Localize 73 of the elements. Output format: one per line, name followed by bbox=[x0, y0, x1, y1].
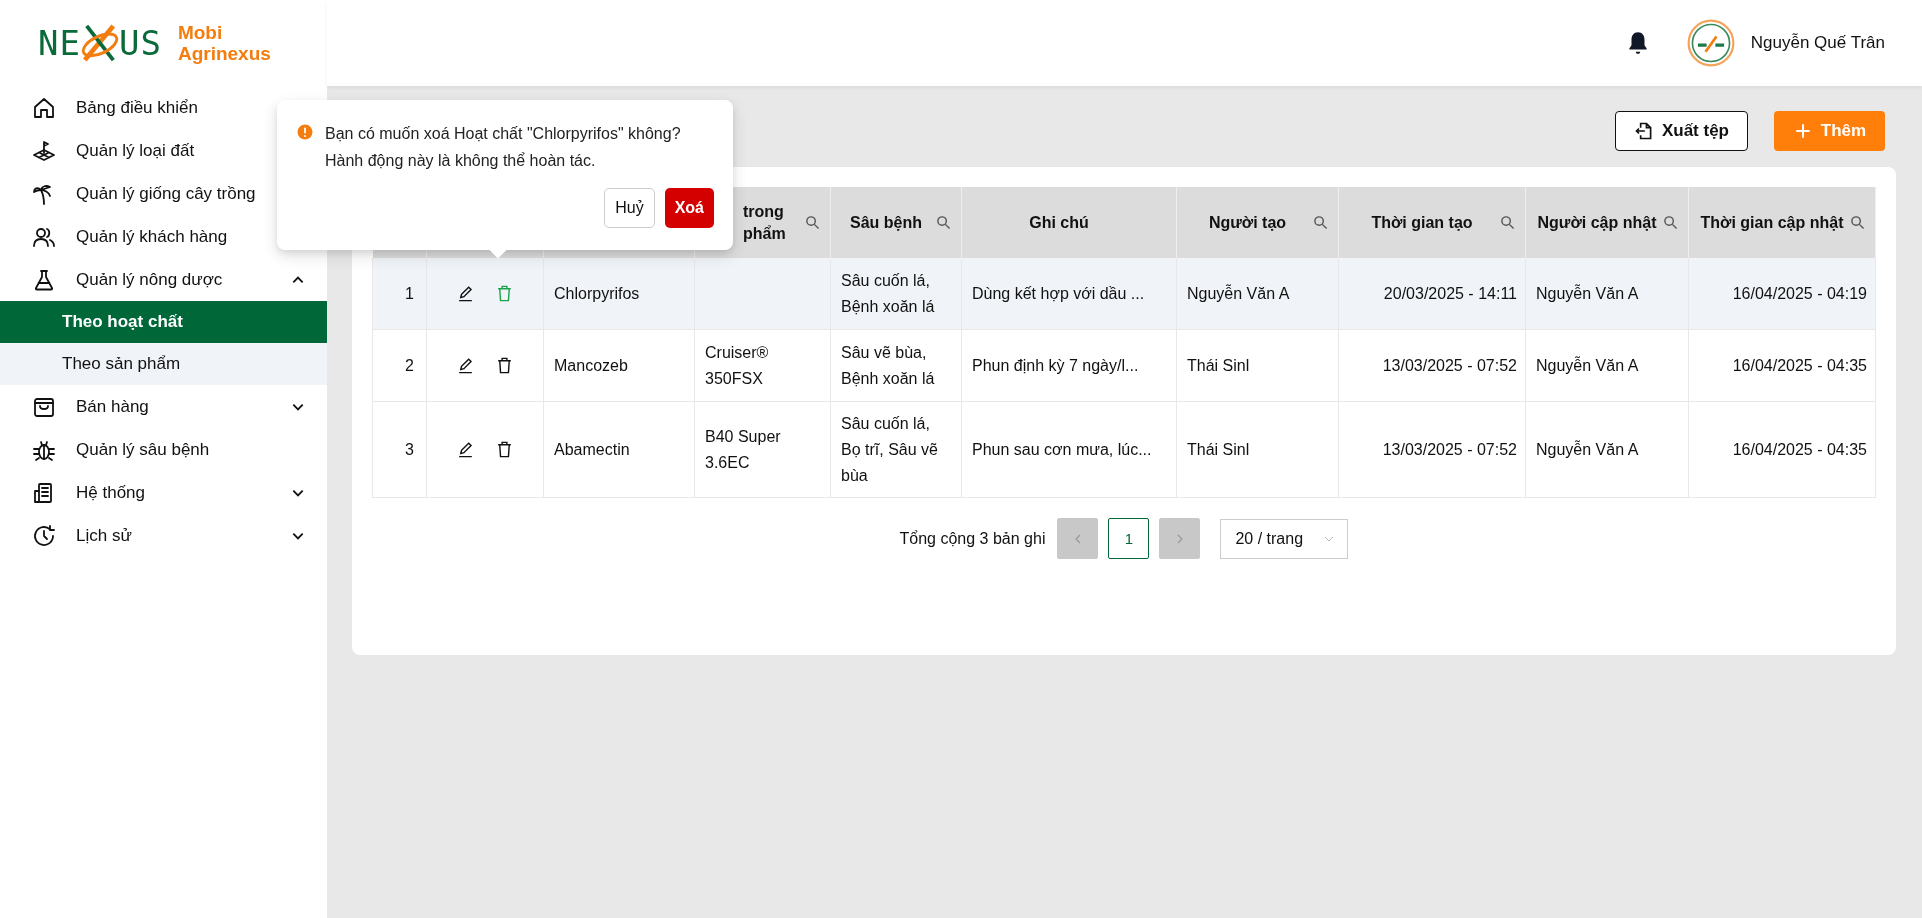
search-icon[interactable] bbox=[805, 215, 820, 230]
edit-icon[interactable] bbox=[456, 440, 475, 459]
menu-item[interactable]: Quản lý khách hàng bbox=[0, 215, 327, 258]
table-cell: Nguyễn Văn A bbox=[1187, 284, 1290, 302]
menu-item[interactable]: Bảng điều khiển bbox=[0, 86, 327, 129]
export-file-icon bbox=[1634, 121, 1654, 141]
search-icon[interactable] bbox=[1663, 215, 1678, 230]
edit-icon[interactable] bbox=[456, 356, 475, 375]
row-number: 3 bbox=[405, 440, 414, 458]
clock-icon bbox=[32, 523, 56, 548]
cancel-button[interactable]: Huỷ bbox=[604, 188, 655, 228]
delete-icon[interactable] bbox=[495, 440, 514, 459]
row-number: 2 bbox=[405, 356, 414, 374]
table-cell: 16/04/2025 - 04:19 bbox=[1732, 284, 1867, 302]
table-cell: Nguyễn Văn A bbox=[1536, 284, 1639, 302]
export-button[interactable]: Xuất tệp bbox=[1615, 111, 1748, 151]
confirm-message: Bạn có muốn xoá Hoạt chất "Chlorpyrifos" không? Hành động này là không thể hoàn tác. bbox=[325, 124, 682, 171]
table-cell: Sâu cuốn lá, Bệnh xoăn lá bbox=[841, 271, 935, 315]
menu-item[interactable]: Hệ thống bbox=[0, 471, 327, 514]
search-icon[interactable] bbox=[1313, 215, 1328, 230]
brand-name: Agrinexus bbox=[177, 43, 271, 64]
menu-item[interactable]: Quản lý sâu bệnh bbox=[0, 428, 327, 471]
column-header: Thời gian tạo bbox=[1371, 212, 1473, 233]
table-cell: 13/03/2025 - 07:52 bbox=[1382, 440, 1517, 458]
table-cell: Chlorpyrifos bbox=[554, 284, 640, 302]
menu-item[interactable]: Quản lý giống cây trồng bbox=[0, 172, 327, 215]
table-cell: Dùng kết hợp với dầu ... bbox=[972, 284, 1145, 302]
column-header: trong phẩm bbox=[743, 201, 786, 244]
column-header: Thời gian cập nhật bbox=[1700, 212, 1844, 233]
row-number: 1 bbox=[405, 284, 414, 302]
delete-button[interactable]: Xoá bbox=[664, 188, 714, 228]
table-cell: Thái Sinl bbox=[1187, 440, 1250, 458]
table-cell: B40 Super 3.6EC bbox=[705, 427, 781, 471]
table-cell: Phun sau cơn mưa, lúc... bbox=[972, 440, 1152, 458]
brand-name: Mobi bbox=[177, 22, 224, 43]
page-size-select[interactable]: 20 / trang bbox=[1220, 518, 1349, 559]
table-cell: Nguyễn Văn A bbox=[1536, 440, 1639, 458]
warning-icon bbox=[297, 124, 313, 140]
column-header: Người cập nhật bbox=[1537, 212, 1657, 233]
delete-icon[interactable] bbox=[495, 356, 514, 375]
table-cell: 16/04/2025 - 04:35 bbox=[1732, 440, 1867, 458]
column-header: Ghi chú bbox=[1029, 212, 1089, 233]
column-header: Sâu bệnh bbox=[850, 212, 922, 233]
table-cell: Thái Sinl bbox=[1187, 356, 1250, 374]
menu-item[interactable]: Lịch sử bbox=[0, 514, 327, 557]
avatar-icon[interactable] bbox=[1686, 19, 1735, 67]
flask-icon bbox=[32, 267, 56, 292]
table-cell: Nguyễn Văn A bbox=[1536, 356, 1639, 374]
menu-item[interactable]: Bán hàng bbox=[0, 385, 327, 428]
table-cell: 13/03/2025 - 07:52 bbox=[1382, 356, 1517, 374]
table-cell: Abamectin bbox=[554, 440, 630, 458]
table-cell: Cruiser® 350FSX bbox=[705, 343, 769, 387]
table-cell: Mancozeb bbox=[554, 356, 628, 374]
logo: NE US bbox=[38, 22, 162, 65]
table-cell: Phun định kỳ 7 ngày/l... bbox=[972, 356, 1139, 374]
search-icon[interactable] bbox=[936, 215, 951, 230]
house-icon bbox=[32, 95, 56, 120]
table-cell: Sâu vẽ bùa, Bệnh xoăn lá bbox=[841, 343, 935, 387]
table-cell: 20/03/2025 - 14:11 bbox=[1383, 284, 1517, 302]
column-header: Người tạo bbox=[1208, 212, 1287, 233]
table-cell: Sâu cuốn lá, Bọ trĩ, Sâu vẽ bùa bbox=[841, 414, 938, 484]
menu-item[interactable]: Quản lý nông dược bbox=[0, 258, 327, 301]
flag-plot-icon bbox=[32, 138, 56, 163]
submenu-item[interactable]: Theo sản phẩm bbox=[0, 343, 327, 385]
submenu-item[interactable]: Theo hoạt chất bbox=[0, 301, 327, 343]
search-icon[interactable] bbox=[1850, 215, 1865, 230]
search-icon[interactable] bbox=[1500, 215, 1515, 230]
page-button[interactable]: 1 bbox=[1108, 518, 1150, 559]
edit-icon[interactable] bbox=[456, 284, 475, 303]
total-count: Tổng cộng 3 bản ghi bbox=[899, 529, 1046, 548]
user-name[interactable]: Nguyễn Quế Trân bbox=[1750, 33, 1885, 53]
menu-item[interactable]: Quản lý loại đất bbox=[0, 129, 327, 172]
table-cell: 16/04/2025 - 04:35 bbox=[1732, 356, 1867, 374]
